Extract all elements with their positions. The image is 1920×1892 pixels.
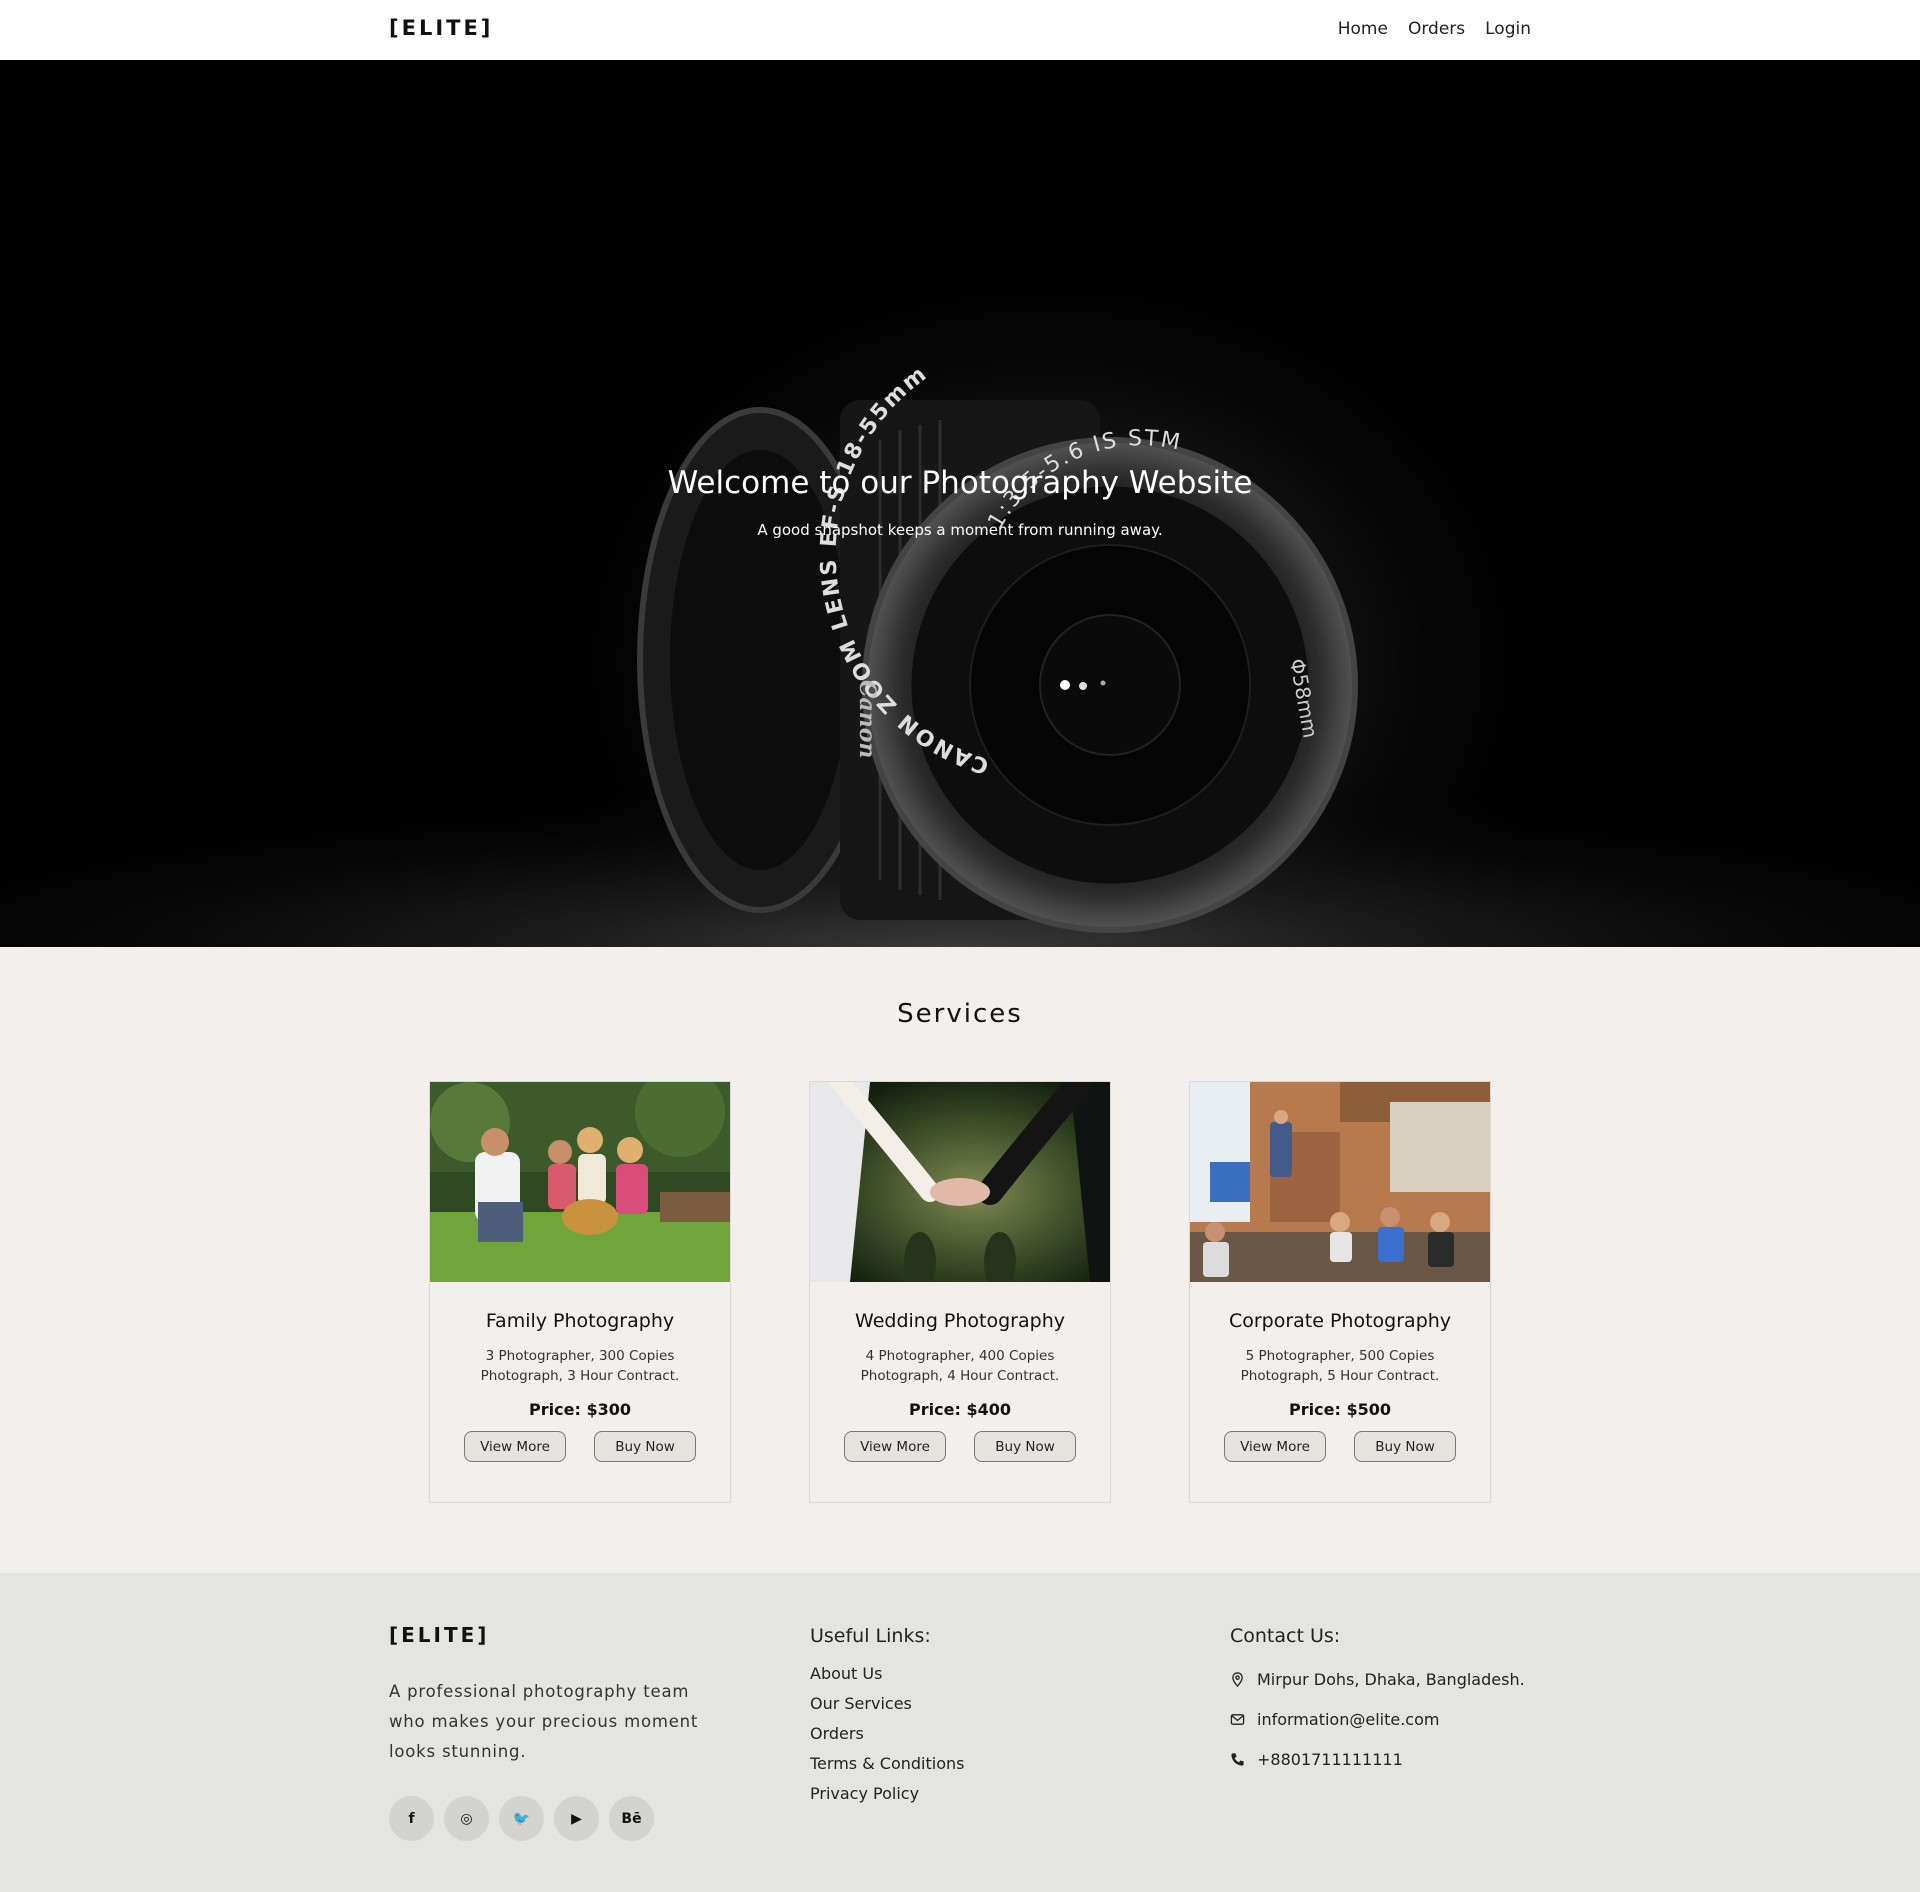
useful-links-title: Useful Links:	[810, 1625, 931, 1647]
service-card-actions: View More Buy Now	[1190, 1431, 1490, 1462]
buy-now-button[interactable]: Buy Now	[1354, 1431, 1456, 1462]
contact-section: Contact Us: Mirpur Dohs, Dhaka, Banglade…	[1230, 1625, 1525, 1779]
buy-now-button[interactable]: Buy Now	[594, 1431, 696, 1462]
service-card-title: Corporate Photography	[1228, 1310, 1452, 1332]
service-card-description: 3 Photographer, 300 Copies Photograph, 3…	[480, 1348, 680, 1384]
service-card-price: Price: $300	[529, 1400, 631, 1419]
service-card-family: Family Photography 3 Photographer, 300 C…	[429, 1081, 731, 1503]
instagram-icon[interactable]: ◎	[444, 1796, 489, 1841]
address-text: Mirpur Dohs, Dhaka, Bangladesh.	[1257, 1669, 1525, 1689]
corporate-photo	[1190, 1082, 1490, 1282]
contact-email: information@elite.com	[1230, 1699, 1525, 1739]
nav-home-link[interactable]: Home	[1338, 19, 1388, 39]
view-more-button[interactable]: View More	[844, 1431, 946, 1462]
service-card-actions: View More Buy Now	[810, 1431, 1110, 1462]
location-pin-icon	[1232, 1671, 1243, 1687]
envelope-icon	[1230, 1713, 1245, 1725]
footer-link-terms[interactable]: Terms & Conditions	[810, 1749, 964, 1779]
social-links: f ◎ 🐦 ▶ Bē	[389, 1796, 654, 1841]
hero-subtitle: A good snapshot keeps a moment from runn…	[757, 521, 1163, 539]
service-card-description: 5 Photographer, 500 Copies Photograph, 5…	[1240, 1348, 1440, 1384]
footer-about-text: A professional photography team who make…	[389, 1682, 699, 1761]
service-card-corporate: Corporate Photography 5 Photographer, 50…	[1189, 1081, 1491, 1503]
services-section: Services Family Photography 3 Photograph…	[0, 947, 1920, 1573]
youtube-icon[interactable]: ▶	[554, 1796, 599, 1841]
service-card-title: Wedding Photography	[855, 1310, 1065, 1332]
lens-brand-text: Canon	[854, 680, 880, 758]
service-card-wedding: Wedding Photography 4 Photographer, 400 …	[809, 1081, 1111, 1503]
behance-icon[interactable]: Bē	[609, 1796, 654, 1841]
view-more-button[interactable]: View More	[1224, 1431, 1326, 1462]
contact-address: Mirpur Dohs, Dhaka, Bangladesh.	[1230, 1659, 1525, 1699]
footer-link-our-services[interactable]: Our Services	[810, 1689, 964, 1719]
site-footer: [ELITE] A professional photography team …	[0, 1573, 1920, 1892]
email-text[interactable]: information@elite.com	[1257, 1710, 1439, 1729]
hero-banner: CANON ZOOM LENS EF-S 18-55mm 1:3.5-5.6 I…	[0, 60, 1920, 947]
nav-login-link[interactable]: Login	[1485, 19, 1531, 39]
contact-title: Contact Us:	[1230, 1625, 1341, 1647]
service-card-price: Price: $500	[1289, 1400, 1391, 1419]
service-card-title: Family Photography	[485, 1310, 675, 1332]
hero-title: Welcome to our Photography Website	[667, 465, 1253, 501]
footer-link-privacy[interactable]: Privacy Policy	[810, 1779, 964, 1809]
service-card-price: Price: $400	[909, 1400, 1011, 1419]
view-more-button[interactable]: View More	[464, 1431, 566, 1462]
service-card-actions: View More Buy Now	[430, 1431, 730, 1462]
footer-link-orders[interactable]: Orders	[810, 1719, 964, 1749]
contact-phone: +8801711111111	[1230, 1739, 1525, 1779]
wedding-photo	[810, 1082, 1110, 1282]
site-logo[interactable]: [ELITE]	[389, 16, 493, 40]
camera-lens-image: CANON ZOOM LENS EF-S 18-55mm 1:3.5-5.6 I…	[0, 361, 1920, 947]
buy-now-button[interactable]: Buy Now	[974, 1431, 1076, 1462]
service-card-description: 4 Photographer, 400 Copies Photograph, 4…	[860, 1348, 1060, 1384]
top-navbar: [ELITE] Home Orders Login	[0, 0, 1920, 60]
useful-links-section: Useful Links: About Us Our Services Orde…	[810, 1625, 964, 1809]
facebook-icon[interactable]: f	[389, 1796, 434, 1841]
family-photo	[430, 1082, 730, 1282]
twitter-icon[interactable]: 🐦	[499, 1796, 544, 1841]
footer-logo[interactable]: [ELITE]	[389, 1623, 489, 1647]
phone-text[interactable]: +8801711111111	[1257, 1750, 1403, 1769]
services-title: Services	[897, 999, 1023, 1029]
phone-icon	[1231, 1752, 1244, 1766]
nav-orders-link[interactable]: Orders	[1408, 19, 1465, 39]
footer-link-about-us[interactable]: About Us	[810, 1659, 964, 1689]
nav-links: Home Orders Login	[1338, 19, 1531, 39]
